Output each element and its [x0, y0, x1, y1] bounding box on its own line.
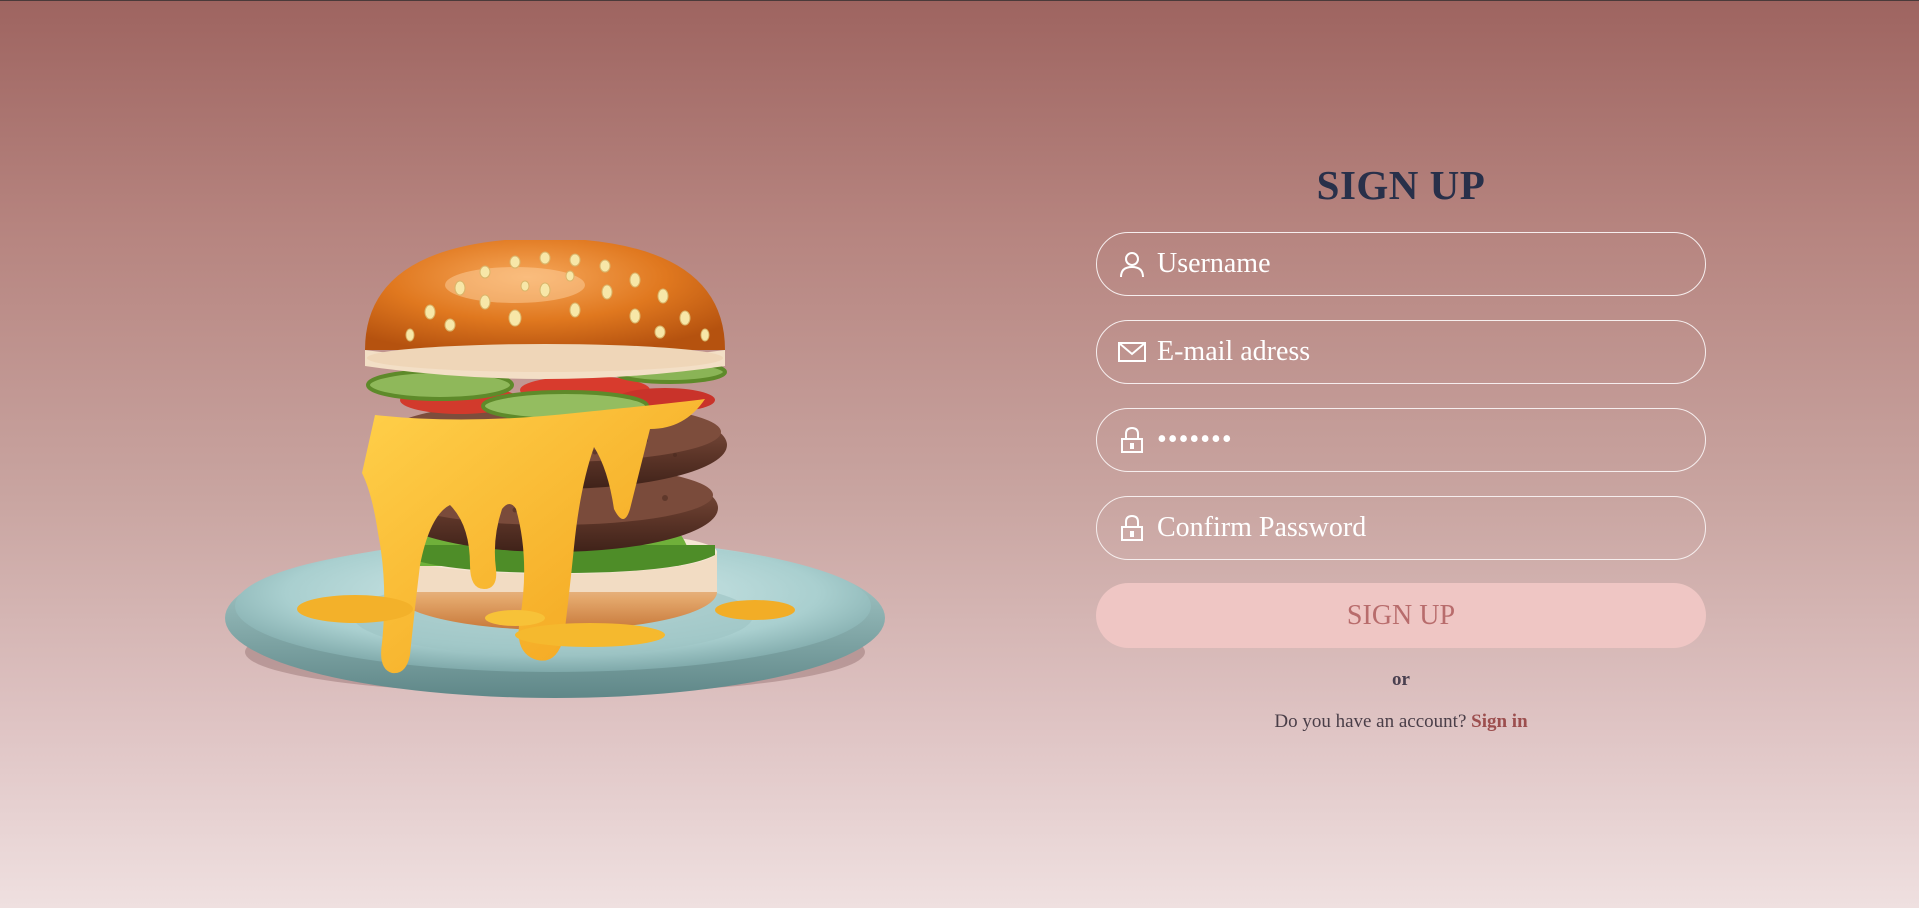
- form-title: SIGN UP: [1316, 162, 1486, 208]
- sign-in-link[interactable]: Sign in: [1471, 711, 1528, 732]
- lock-icon: [1115, 423, 1149, 457]
- email-input[interactable]: [1157, 332, 1681, 372]
- top-border-line: [0, 0, 1919, 1]
- lock-icon: [1115, 511, 1149, 545]
- signup-form: SIGN UP Username E-mail adress ••••••• S…: [1096, 160, 1706, 734]
- user-icon: [1115, 247, 1149, 281]
- password-field[interactable]: [1096, 408, 1706, 472]
- confirm-password-input[interactable]: [1157, 508, 1681, 548]
- password-input[interactable]: [1157, 420, 1681, 460]
- username-field[interactable]: [1096, 232, 1706, 296]
- signup-button[interactable]: SIGN UP: [1096, 583, 1706, 648]
- email-field[interactable]: [1096, 320, 1706, 384]
- burger-illustration: [215, 240, 885, 710]
- confirm-password-field[interactable]: [1096, 496, 1706, 560]
- username-input[interactable]: [1157, 244, 1681, 284]
- or-separator: or: [1392, 669, 1410, 690]
- burger-image: [225, 240, 885, 698]
- signin-prompt: Do you have an account? Sign in: [1096, 710, 1706, 734]
- envelope-icon: [1115, 335, 1149, 369]
- account-prompt-text: Do you have an account?: [1274, 711, 1472, 732]
